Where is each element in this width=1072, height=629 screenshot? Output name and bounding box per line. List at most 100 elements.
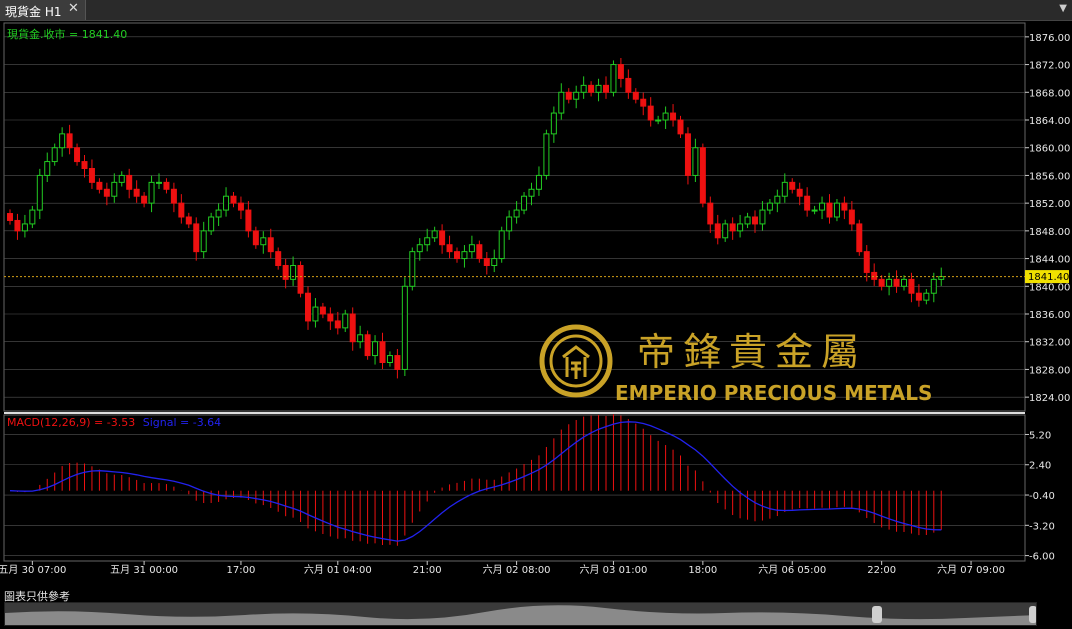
tab-title: 現貨金 H1	[5, 5, 62, 19]
candle-body	[811, 209, 818, 212]
candle-body	[133, 188, 140, 197]
price-tick-label: 1868.00	[1029, 88, 1070, 99]
candle-body	[632, 91, 639, 100]
candle-body	[327, 313, 334, 322]
candle-body	[647, 105, 654, 121]
price-tick-label: 1876.00	[1029, 33, 1070, 44]
candle-body	[915, 292, 922, 301]
candle-body	[580, 84, 587, 93]
candle-body	[237, 202, 244, 211]
candle-body	[491, 258, 498, 266]
macd-y-axis: 5.20 2.40 -0.40 -3.20 -6.00	[1025, 430, 1055, 563]
x-tick-label: 六月 06 05:00	[758, 564, 826, 576]
candle-body	[863, 251, 870, 273]
candle-body	[722, 223, 729, 239]
candle-body	[558, 91, 565, 114]
candle-body	[707, 202, 714, 225]
x-tick-label: 六月 02 08:00	[483, 564, 551, 576]
candle-body	[588, 84, 595, 93]
candle-body	[103, 188, 110, 197]
candle-body	[670, 112, 677, 121]
candle-body	[230, 195, 237, 204]
x-tick-label: 18:00	[688, 565, 717, 576]
candle-body	[744, 216, 751, 225]
candle-body	[379, 341, 386, 364]
candle-body	[439, 230, 446, 246]
candle-body	[312, 306, 319, 322]
candle-body	[21, 223, 28, 232]
candle-body	[461, 251, 468, 260]
candle-body	[401, 285, 408, 370]
candle-body	[208, 216, 215, 232]
signal-label: Signal = -3.64	[143, 416, 221, 429]
tab-chart[interactable]: 現貨金 H1 ✕	[0, 0, 86, 20]
candle-body	[595, 84, 602, 93]
candle-body	[66, 133, 73, 149]
x-tick-label: 六月 03 01:00	[579, 564, 647, 576]
candle-body	[431, 230, 438, 239]
candle-body	[819, 202, 826, 211]
candle-body	[737, 223, 744, 232]
candle-body	[424, 237, 431, 246]
candle-body	[684, 133, 691, 176]
candle-body	[319, 306, 326, 315]
candle-body	[59, 133, 66, 149]
candle-body	[193, 223, 200, 253]
macd-label: MACD(12,26,9) = -3.53	[7, 416, 135, 429]
candle-body	[826, 202, 833, 218]
candle-body	[848, 209, 855, 225]
candle-body	[178, 202, 185, 218]
price-pane: 1876.00 1872.00 1868.00 1864.00 1860.00 1856.…	[3, 22, 1070, 412]
candle-body	[260, 237, 267, 246]
candle-body	[29, 209, 36, 225]
price-tick-label: 1828.00	[1029, 365, 1070, 376]
candle-body	[185, 216, 192, 225]
price-tick-label: 1872.00	[1029, 61, 1070, 72]
candle-body	[603, 84, 609, 93]
candle-body	[856, 223, 863, 253]
x-tick-label: 21:00	[413, 565, 442, 576]
price-tick-label: 1852.00	[1029, 199, 1070, 210]
candle-body	[357, 334, 364, 343]
x-tick-label: 五月 31 00:00	[110, 564, 178, 576]
candle-body	[141, 195, 148, 204]
macd-tick-label: 5.20	[1029, 430, 1051, 441]
candle-body	[752, 216, 758, 225]
candle-body	[81, 161, 88, 169]
last-price-label: 1841.40	[1028, 272, 1069, 283]
x-tick-label: 六月 07 09:00	[937, 564, 1005, 576]
candle-body	[290, 265, 297, 280]
candle-body	[535, 174, 542, 190]
candle-body	[454, 251, 460, 260]
candle-body	[409, 251, 416, 287]
candle-body	[282, 265, 289, 280]
candle-body	[878, 278, 885, 287]
candle-body	[14, 219, 21, 232]
candle-body	[625, 77, 632, 93]
scrollbar-handle-left[interactable]	[872, 606, 882, 623]
price-tick-label: 1856.00	[1029, 171, 1070, 182]
price-tick-label: 1860.00	[1029, 144, 1070, 155]
close-icon[interactable]: ✕	[68, 1, 79, 16]
candle-body	[111, 181, 118, 197]
scrollbar-handle-right[interactable]	[1029, 606, 1036, 623]
x-axis: 五月 30 07:00 五月 31 00:00 17:00 六月 01 04:00 21…	[0, 561, 1005, 576]
candle-body	[96, 181, 103, 190]
price-tick-label: 1840.00	[1029, 282, 1070, 293]
candle-body	[766, 202, 773, 211]
candle-body	[44, 161, 51, 176]
candle-body	[267, 237, 274, 253]
candle-body	[789, 181, 796, 190]
chevron-down-icon[interactable]: ▼	[1059, 3, 1067, 14]
candle-body	[118, 174, 125, 183]
candle-body	[170, 188, 177, 204]
candle-body	[886, 278, 893, 287]
candle-body	[506, 216, 513, 232]
candle-body	[148, 181, 155, 204]
candle-body	[573, 91, 580, 100]
chart-scrollbar[interactable]	[4, 602, 1037, 626]
chart[interactable]: 1876.00 1872.00 1868.00 1864.00 1860.00 1856.…	[0, 21, 1072, 589]
candle-body	[655, 119, 662, 122]
candle-body	[662, 112, 669, 121]
candle-body	[305, 292, 311, 322]
